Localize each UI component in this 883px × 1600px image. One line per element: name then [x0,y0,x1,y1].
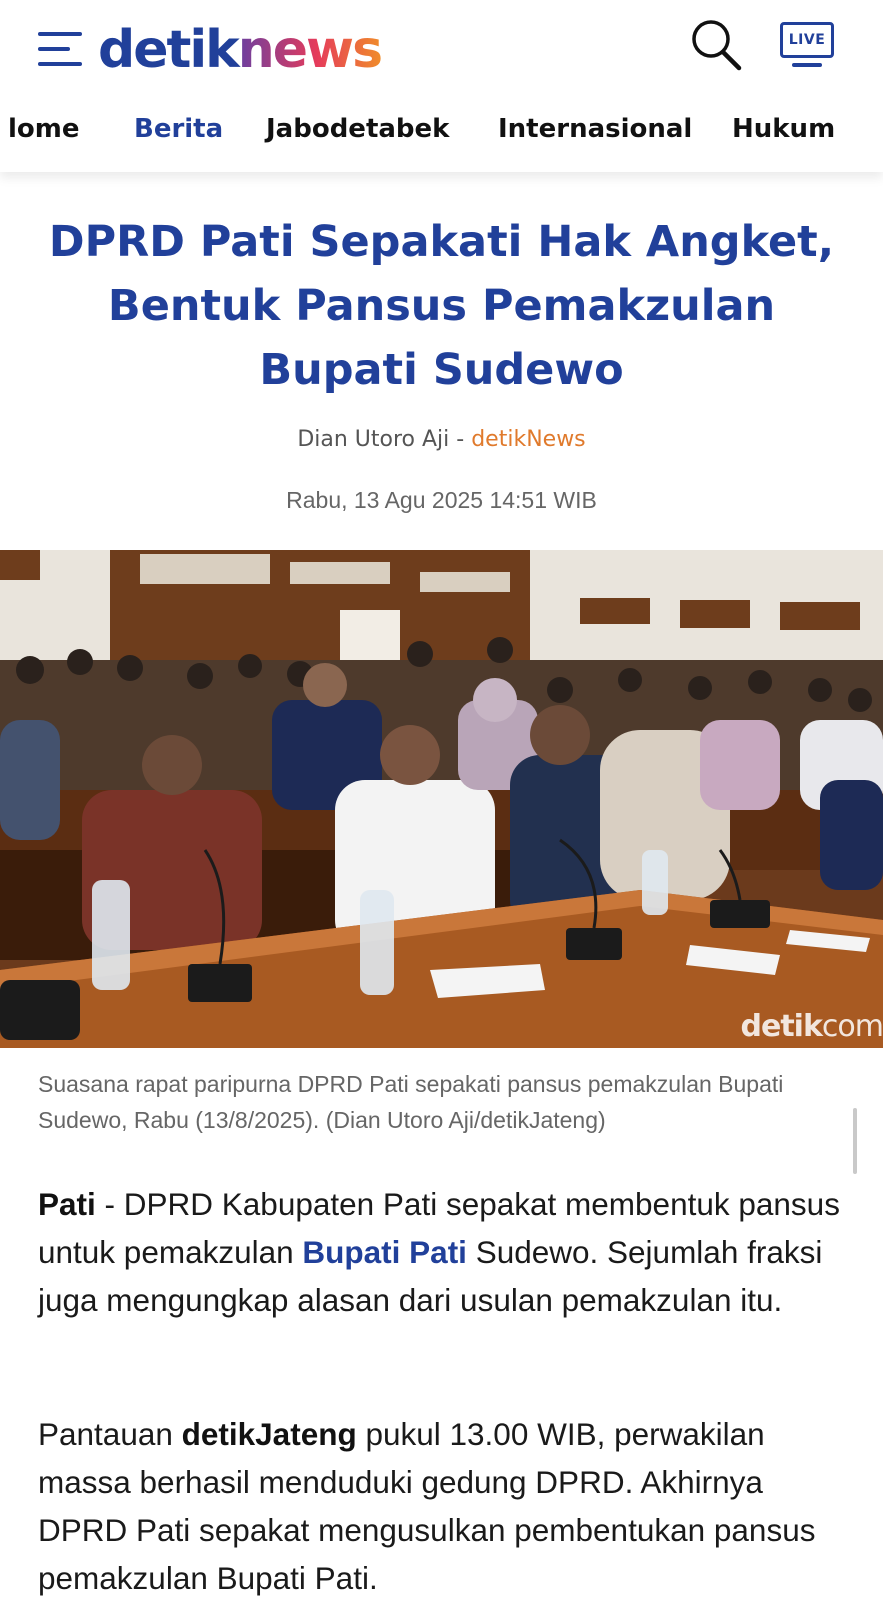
live-tv-stand [792,63,822,67]
live-tv-button[interactable]: LIVE [780,22,836,70]
detikjateng-mention: detikJateng [181,1416,357,1452]
meeting-room-illustration [0,550,883,1048]
nav-item-internasional[interactable]: Internasional [498,104,692,154]
hamburger-menu-icon[interactable] [38,30,84,70]
app-header: detiknews LIVE lome Berita Jabodetabek I… [0,0,883,172]
source-link[interactable]: detikNews [471,427,585,452]
search-icon[interactable] [688,16,744,72]
publish-date: Rabu, 13 Agu 2025 14:51 WIB [286,487,597,513]
nav-item-berita[interactable]: Berita [134,104,223,154]
article-paragraph-2: Pantauan detikJateng pukul 13.00 WIB, pe… [38,1416,816,1596]
nav-item-jabodetabek[interactable]: Jabodetabek [266,104,449,154]
byline-separator: - [449,427,472,452]
article-paragraph-1: Pati - DPRD Kabupaten Pati sepakat membe… [38,1186,840,1318]
live-tv-icon: LIVE [780,22,834,58]
article-byline: Dian Utoro Aji - detikNews [0,424,883,456]
detiknews-logo[interactable]: detiknews [98,18,383,82]
nav-item-hukum[interactable]: Hukum [732,104,835,154]
author-name[interactable]: Dian Utoro Aji [297,427,449,452]
category-nav: lome Berita Jabodetabek Internasional Hu… [0,104,883,154]
article-title: DPRD Pati Sepakati Hak Angket, Bentuk Pa… [48,217,835,395]
bupati-pati-link[interactable]: Bupati Pati [302,1234,467,1270]
dateline: Pati [38,1186,96,1222]
article-photo[interactable]: detikcom [0,550,883,1048]
scrollbar[interactable] [853,1108,857,1174]
photo-caption: Suasana rapat paripurna DPRD Pati sepaka… [38,1071,784,1133]
nav-item-home[interactable]: lome [8,104,80,154]
photo-watermark: detikcom [740,1009,883,1044]
